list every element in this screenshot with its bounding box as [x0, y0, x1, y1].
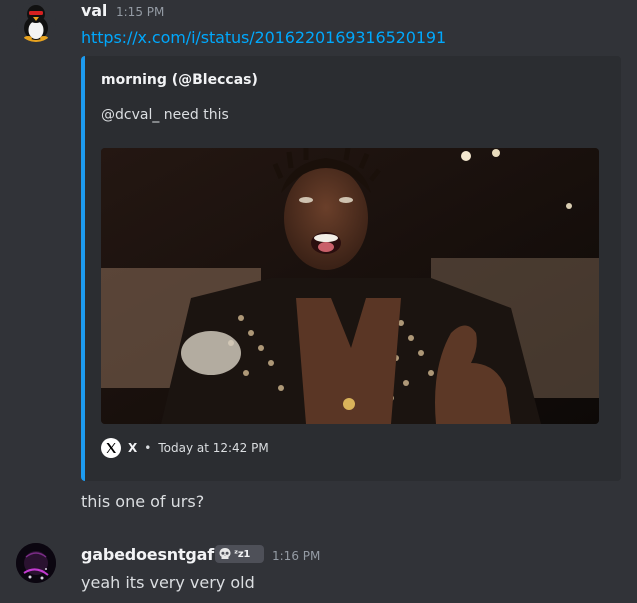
skull-icon — [219, 548, 231, 559]
embed-footer: X • Today at 12:42 PM — [101, 437, 269, 459]
user-tag-badge[interactable]: ᶻz1 — [215, 545, 264, 563]
message-username[interactable]: val — [81, 1, 107, 20]
link-embed: morning (@Bleccas) @dcval_ need this X •… — [81, 56, 621, 481]
embed-description: @dcval_ need this — [101, 107, 229, 123]
message-timestamp[interactable]: 1:16 PM — [272, 549, 320, 563]
embed-timestamp: Today at 12:42 PM — [158, 441, 269, 455]
message-text: yeah its very very old — [81, 573, 255, 592]
message-text: this one of urs? — [81, 492, 205, 511]
footer-separator: • — [144, 441, 152, 455]
x-logo-icon — [101, 438, 121, 458]
tweet-link[interactable]: https://x.com/i/status/20162201693165201… — [81, 28, 446, 47]
dark-purple-avatar-icon[interactable] — [16, 543, 56, 583]
penguin-avatar-icon[interactable] — [16, 2, 56, 42]
embed-author[interactable]: morning (@Bleccas) — [101, 72, 258, 88]
embed-provider: X — [128, 441, 138, 455]
badge-text: ᶻz1 — [234, 548, 251, 560]
message-username[interactable]: gabedoesntgaf — [81, 545, 214, 564]
embed-video-thumbnail[interactable] — [101, 148, 599, 424]
chat-messages: val 1:15 PM https://x.com/i/status/20162… — [0, 0, 637, 603]
message-timestamp[interactable]: 1:15 PM — [116, 5, 164, 19]
